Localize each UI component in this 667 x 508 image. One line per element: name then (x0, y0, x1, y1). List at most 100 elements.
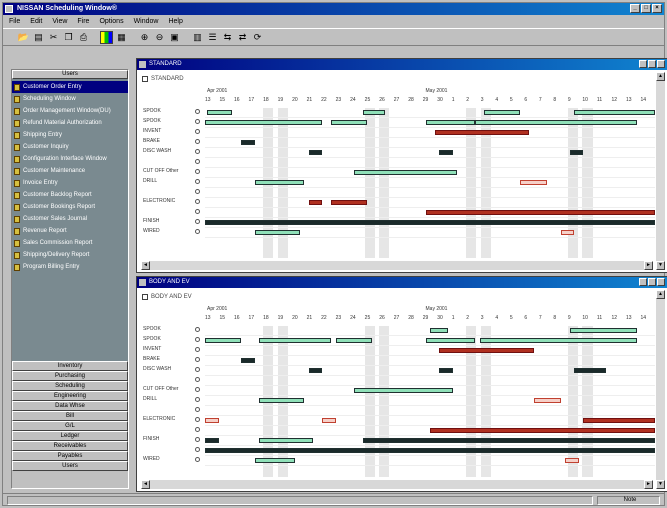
print-preview-icon[interactable]: ▣ (168, 31, 181, 44)
row-toggle[interactable] (195, 367, 200, 372)
schedule-bar[interactable] (308, 150, 322, 155)
row-toggle[interactable] (195, 457, 200, 462)
tool-icon[interactable]: ▦ (115, 31, 128, 44)
checkbox-box[interactable] (142, 76, 148, 82)
schedule-bar[interactable] (533, 398, 561, 403)
menu-options[interactable]: Options (99, 16, 123, 27)
program-item[interactable]: Configuration Interface Window (12, 153, 128, 165)
schedule-bar[interactable] (254, 180, 304, 185)
schedule-bar[interactable] (335, 338, 372, 343)
grid-icon[interactable]: ▥ (191, 31, 204, 44)
schedule-bar[interactable] (362, 110, 385, 115)
row-toggle[interactable] (195, 129, 200, 134)
subwindow-minimize-button[interactable] (639, 278, 647, 286)
schedule-bar[interactable] (430, 328, 448, 333)
row-toggle[interactable] (195, 387, 200, 392)
subwindow-minimize-button[interactable] (639, 60, 647, 68)
row-toggle[interactable] (195, 219, 200, 224)
filter-checkbox[interactable]: STANDARD (142, 76, 184, 82)
row-toggle[interactable] (195, 397, 200, 402)
module-button[interactable]: Engineering (12, 391, 128, 401)
row-toggle[interactable] (195, 159, 200, 164)
schedule-bar[interactable] (259, 438, 313, 443)
scroll-down-icon[interactable]: ▼ (656, 480, 665, 489)
schedule-bar[interactable] (331, 120, 367, 125)
gantt-chart[interactable] (205, 108, 655, 258)
scroll-left-icon[interactable]: ◄ (141, 480, 150, 489)
horizontal-scrollbar[interactable]: ◄ ► (141, 480, 653, 489)
schedule-bar[interactable] (207, 110, 232, 115)
program-item[interactable]: Customer Order Entry (12, 81, 128, 93)
copy-icon[interactable]: ❐ (62, 31, 75, 44)
schedule-bar[interactable] (565, 458, 579, 463)
row-toggle[interactable] (195, 229, 200, 234)
row-toggle[interactable] (195, 119, 200, 124)
row-toggle[interactable] (195, 337, 200, 342)
refresh-icon[interactable]: ⟳ (251, 31, 264, 44)
program-item[interactable]: Customer Inquiry (12, 141, 128, 153)
program-item[interactable]: Customer Sales Journal (12, 213, 128, 225)
checkbox-box[interactable] (142, 294, 148, 300)
schedule-bar[interactable] (205, 338, 241, 343)
horizontal-scrollbar[interactable]: ◄ ► (141, 261, 653, 270)
row-toggle[interactable] (195, 189, 200, 194)
program-item[interactable]: Customer Maintenance (12, 165, 128, 177)
schedule-bar[interactable] (254, 230, 300, 235)
schedule-bar[interactable] (322, 418, 336, 423)
schedule-bar[interactable] (353, 388, 453, 393)
row-toggle[interactable] (195, 169, 200, 174)
module-button[interactable]: Receivables (12, 441, 128, 451)
close-button[interactable]: × (652, 4, 662, 13)
scroll-up-icon[interactable]: ▲ (656, 290, 665, 299)
schedule-bar[interactable] (205, 418, 219, 423)
program-item[interactable]: Order Management Window(DU) (12, 105, 128, 117)
schedule-bar[interactable] (574, 368, 606, 373)
scroll-left-icon[interactable]: ◄ (141, 261, 150, 270)
schedule-bar[interactable] (484, 110, 520, 115)
schedule-bar[interactable] (475, 120, 637, 125)
color-icon[interactable] (100, 30, 113, 44)
row-toggle[interactable] (195, 139, 200, 144)
scroll-up-icon[interactable]: ▲ (656, 72, 665, 81)
minimize-button[interactable]: _ (630, 4, 640, 13)
schedule-bar[interactable] (331, 200, 367, 205)
row-toggle[interactable] (195, 327, 200, 332)
schedule-bar[interactable] (434, 130, 529, 135)
schedule-bar[interactable] (205, 448, 655, 453)
schedule-bar[interactable] (439, 368, 453, 373)
menu-file[interactable]: File (9, 16, 20, 27)
open-icon[interactable]: 📂 (17, 31, 30, 44)
schedule-bar[interactable] (259, 398, 304, 403)
schedule-bar[interactable] (259, 338, 331, 343)
row-toggle[interactable] (195, 179, 200, 184)
schedule-bar[interactable] (205, 438, 219, 443)
schedule-bar[interactable] (430, 428, 655, 433)
print-icon[interactable]: ⎙ (77, 31, 90, 44)
vertical-scrollbar[interactable]: ▲ ▼ (656, 72, 665, 270)
schedule-bar[interactable] (241, 140, 255, 145)
row-toggle[interactable] (195, 357, 200, 362)
program-item[interactable]: Customer Backlog Report (12, 189, 128, 201)
module-button[interactable]: Users (12, 461, 128, 471)
row-toggle[interactable] (195, 377, 200, 382)
program-item[interactable]: Sales Commission Report (12, 237, 128, 249)
module-button[interactable]: Scheduling (12, 381, 128, 391)
zoom-out-icon[interactable]: ⊖ (153, 31, 166, 44)
schedule-bar[interactable] (425, 210, 655, 215)
schedule-bar[interactable] (241, 358, 255, 363)
schedule-bar[interactable] (439, 348, 534, 353)
module-button[interactable]: Bill (12, 411, 128, 421)
schedule-bar[interactable] (560, 230, 574, 235)
module-button[interactable]: Data Whse (12, 401, 128, 411)
save-icon[interactable]: ▤ (32, 31, 45, 44)
program-item[interactable]: Shipping/Delivery Report (12, 249, 128, 261)
schedule-bar[interactable] (425, 120, 475, 125)
row-toggle[interactable] (195, 199, 200, 204)
schedule-bar[interactable] (569, 150, 583, 155)
subwindow-close-button[interactable] (657, 60, 665, 68)
schedule-bar[interactable] (583, 418, 655, 423)
row-toggle[interactable] (195, 407, 200, 412)
menu-edit[interactable]: Edit (30, 16, 42, 27)
menu-help[interactable]: Help (168, 16, 182, 27)
row-toggle[interactable] (195, 427, 200, 432)
